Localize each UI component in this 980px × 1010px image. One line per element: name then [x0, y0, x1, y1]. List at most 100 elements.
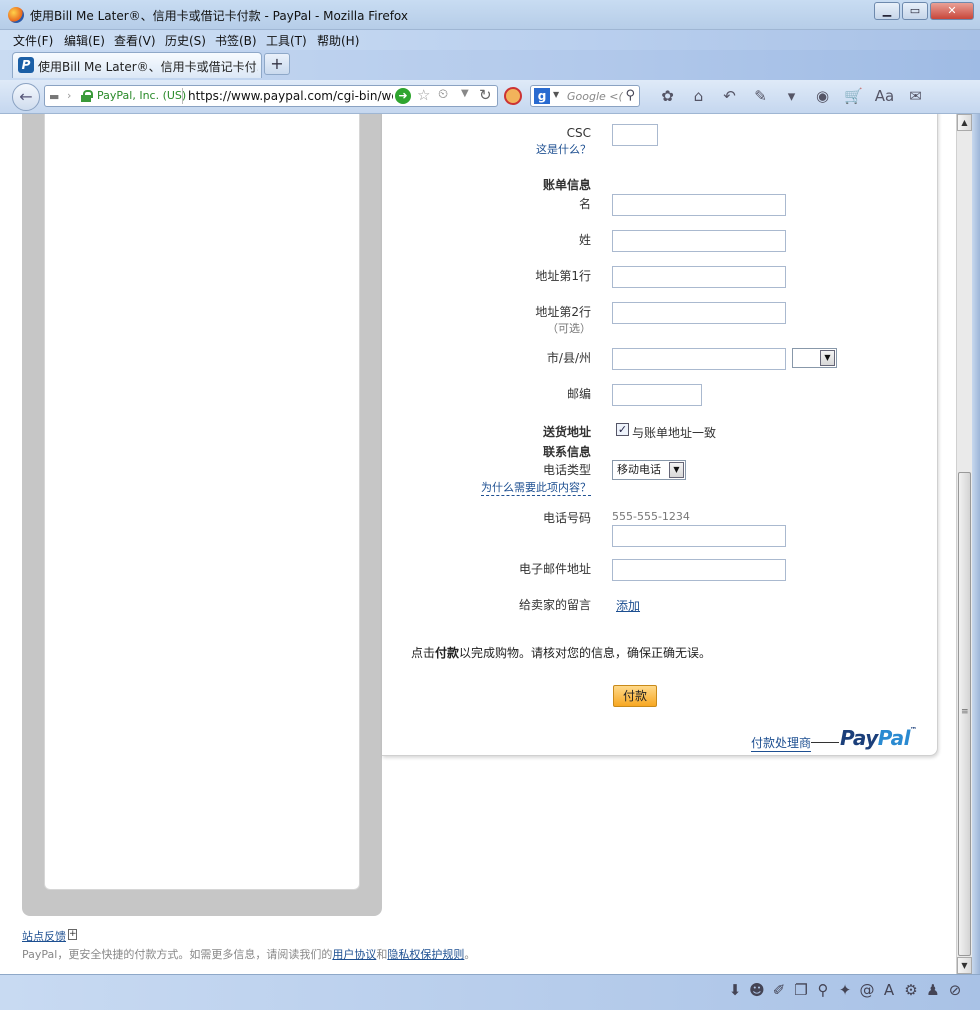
search-engine-dropdown-icon[interactable]: ▼	[553, 90, 559, 99]
maximize-button[interactable]: ▭	[902, 2, 928, 20]
city-input[interactable]	[612, 348, 786, 370]
state-select[interactable]: ▼	[792, 348, 837, 368]
pay-button[interactable]: 付款	[613, 685, 657, 707]
menu-bar: 文件(F) 编辑(E) 查看(V) 历史(S) 书签(B) 工具(T) 帮助(H…	[0, 30, 980, 50]
phone-number-input[interactable]	[612, 525, 786, 547]
scroll-up-button[interactable]: ▲	[957, 114, 972, 131]
csc-label: CSC	[566, 126, 591, 140]
pay-instruction-prefix: 点击	[411, 646, 436, 660]
scroll-grip-icon: ≡	[961, 707, 969, 717]
pay-instruction-bold: 付款	[435, 646, 460, 660]
download-icon[interactable]: ⬇	[724, 981, 746, 999]
menu-edit[interactable]: 编辑(E)	[64, 32, 105, 49]
privacy-policy-link[interactable]: 隐私权保护规则	[387, 948, 464, 961]
pay-instruction: 点击付款以完成购物。请核对您的信息，确保正确无误。	[411, 644, 711, 661]
chevron-down-icon: ▼	[820, 350, 835, 366]
phone-type-select[interactable]: 移动电话 ▼	[612, 460, 686, 480]
page-viewport: CSC 这是什么？ 账单信息 名 姓 地址第1行 地址第2行 （可选） 市/县/…	[0, 114, 956, 974]
url-dropdown-icon[interactable]: ▼	[461, 88, 469, 99]
bee-icon[interactable]: ✿	[652, 87, 683, 107]
dropdown-icon[interactable]: ▾	[776, 87, 807, 107]
noscript-icon[interactable]	[504, 87, 522, 105]
chat-icon[interactable]: ✉	[900, 87, 931, 107]
gear-icon[interactable]: ⚙	[900, 981, 922, 999]
cart-icon[interactable]: 🛒	[838, 87, 869, 107]
reload-icon[interactable]: ↻	[479, 86, 492, 104]
back-button[interactable]: ←	[12, 83, 40, 111]
menu-view[interactable]: 查看(V)	[114, 32, 156, 49]
font-icon[interactable]: A	[878, 981, 900, 999]
zip-input[interactable]	[612, 384, 702, 406]
history-icon[interactable]: ⏲	[438, 87, 448, 102]
google-icon[interactable]: g	[534, 88, 550, 104]
menu-tools[interactable]: 工具(T)	[266, 32, 307, 49]
window-title: 使用Bill Me Later®、信用卡或借记卡付款 - PayPal - Mo…	[30, 9, 408, 23]
menu-history[interactable]: 历史(S)	[165, 32, 206, 49]
csc-help-link[interactable]: 这是什么？	[536, 141, 591, 157]
same-as-billing-label[interactable]: 与账单地址一致	[632, 424, 716, 441]
footer-text-prefix: PayPal，更安全快捷的付款方式。如需更多信息，请阅读我们的	[22, 948, 333, 961]
window-controls: ▁ ▭ ✕	[874, 2, 974, 20]
search-box[interactable]: g ▼ Google <( ⚲	[530, 85, 640, 107]
scroll-thumb[interactable]: ≡	[958, 472, 971, 956]
last-name-input[interactable]	[612, 230, 786, 252]
shipping-label: 送货地址	[542, 425, 591, 439]
menu-help[interactable]: 帮助(H)	[317, 32, 359, 49]
search-icon[interactable]: ⚲	[625, 88, 635, 103]
page-icon: ▬	[49, 90, 60, 103]
phone-format-hint: 555-555-1234	[612, 510, 690, 523]
status-icons: ⬇ ☻ ✐ ❐ ⚲ ✦ @ A ⚙ ♟ ⊘	[724, 981, 966, 999]
tab-bar: P 使用Bill Me Later®、信用卡或借记卡付... +	[0, 50, 980, 80]
phone-type-label: 电话类型	[542, 463, 591, 477]
url-bar[interactable]: ▬ › PayPal, Inc. (US) https://www.paypal…	[44, 85, 498, 107]
search-icon[interactable]: ⚲	[812, 981, 834, 999]
media-icon[interactable]: ◉	[807, 87, 838, 107]
brush-icon[interactable]: ✐	[768, 981, 790, 999]
noscript-status-icon[interactable]: ⊘	[944, 981, 966, 999]
minimize-button[interactable]: ▁	[874, 2, 900, 20]
menu-file[interactable]: 文件(F)	[13, 32, 53, 49]
why-needed-link[interactable]: 为什么需要此项内容？	[481, 479, 591, 496]
user-agreement-link[interactable]: 用户协议	[332, 948, 376, 961]
window-icon[interactable]: ❐	[790, 981, 812, 999]
site-identity[interactable]: PayPal, Inc. (US)	[97, 89, 186, 102]
feedback-expand-icon[interactable]: +	[68, 929, 77, 940]
tab-paypal[interactable]: P 使用Bill Me Later®、信用卡或借记卡付...	[12, 52, 262, 78]
title-bar: 使用Bill Me Later®、信用卡或借记卡付款 - PayPal - Mo…	[0, 0, 980, 30]
menu-bookmarks[interactable]: 书签(B)	[215, 32, 257, 49]
scroll-down-button[interactable]: ▼	[957, 957, 972, 974]
address2-input[interactable]	[612, 302, 786, 324]
fox-icon[interactable]: ✦	[834, 981, 856, 999]
left-panel	[22, 114, 382, 916]
zip-label: 邮编	[566, 387, 591, 401]
email-input[interactable]	[612, 559, 786, 581]
address2-optional-label: （可选）	[547, 322, 591, 335]
mask-icon[interactable]: ☻	[746, 981, 768, 999]
add-note-link[interactable]: 添加	[616, 597, 640, 614]
address2-label: 地址第2行	[535, 305, 591, 319]
url-separator	[182, 88, 183, 104]
text-icon[interactable]: Aa	[869, 87, 900, 107]
first-name-input[interactable]	[612, 194, 786, 216]
city-label: 市/县/州	[546, 351, 591, 365]
divider	[811, 742, 839, 743]
site-feedback-link[interactable]: 站点反馈	[22, 928, 66, 944]
person-icon[interactable]: ♟	[922, 981, 944, 999]
csc-input[interactable]	[612, 124, 658, 146]
pin-icon[interactable]: ✎	[745, 87, 776, 107]
url-text[interactable]: https://www.paypal.com/cgi-bin/web	[188, 89, 393, 103]
payment-processor-link[interactable]: 付款处理商	[751, 734, 812, 752]
search-placeholder: Google <(	[567, 90, 623, 103]
vertical-scrollbar[interactable]: ▲ ≡ ▼	[956, 114, 972, 974]
same-as-billing-checkbox[interactable]: ✓	[616, 423, 629, 436]
last-name-label: 姓	[578, 233, 591, 247]
home-icon[interactable]: ⌂	[683, 87, 714, 107]
phone-type-value: 移动电话	[617, 463, 661, 476]
go-icon[interactable]: ➜	[395, 88, 411, 104]
close-button[interactable]: ✕	[930, 2, 974, 20]
bookmark-star-icon[interactable]: ☆	[417, 86, 430, 104]
at-icon[interactable]: @	[856, 981, 878, 999]
address1-input[interactable]	[612, 266, 786, 288]
new-tab-button[interactable]: +	[264, 53, 290, 75]
undo-icon[interactable]: ↶	[714, 87, 745, 107]
